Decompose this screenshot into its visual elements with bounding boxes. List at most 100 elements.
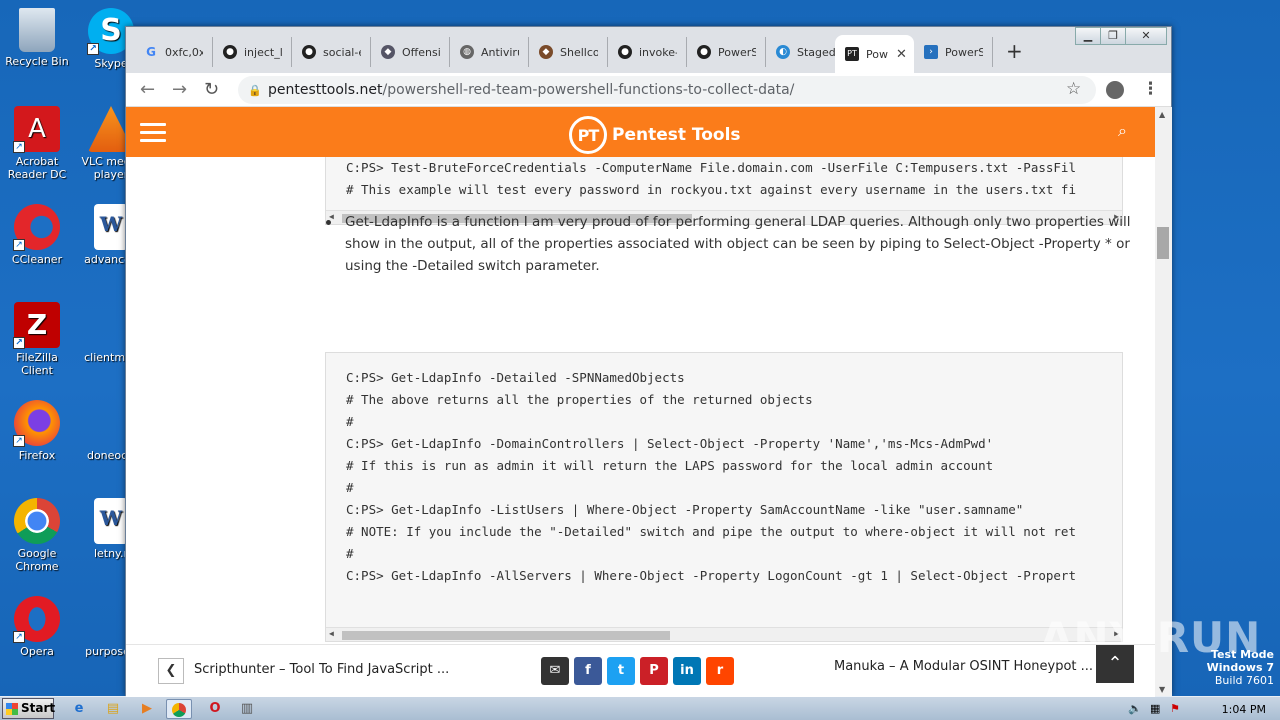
page-vertical-scrollbar[interactable]: ▲ ▼ — [1155, 107, 1172, 697]
minimize-button[interactable]: ▁ — [1075, 27, 1101, 45]
share-linkedin-button[interactable]: in — [673, 657, 701, 685]
search-icon[interactable]: ⌕ — [1118, 121, 1127, 141]
flag-alert-icon[interactable]: ⚑ — [1170, 702, 1180, 715]
tab-inject[interactable]: ● inject_l — [213, 37, 292, 67]
desktop-icon-acrobat[interactable]: A ↗ Acrobat Reader DC — [0, 106, 74, 181]
taskbar-explorer-icon[interactable]: ▤ — [100, 699, 126, 719]
code-line: C:PS> Get-LdapInfo -Detailed -SPNNamedOb… — [346, 370, 685, 385]
forward-button[interactable]: → — [172, 79, 187, 100]
filezilla-icon: Z ↗ — [13, 302, 60, 349]
tab-powers-2[interactable]: › PowerS — [914, 37, 993, 67]
tab-antivirus[interactable]: ◍ Antiviru — [450, 37, 529, 67]
desktop-icon-label: Recycle Bin — [5, 55, 69, 68]
desktop-icon-label: Opera — [20, 645, 54, 658]
next-post-title[interactable]: Manuka – A Modular OSINT Honeypot ... — [834, 659, 1093, 674]
start-button[interactable]: Start — [2, 698, 55, 719]
facebook-icon: f — [585, 663, 591, 678]
tab-powers-1[interactable]: ● PowerS — [687, 37, 766, 67]
new-tab-button[interactable]: + — [1006, 39, 1023, 63]
maximize-button[interactable]: ❐ — [1100, 27, 1126, 45]
recycle-bin-icon — [19, 8, 55, 52]
code-line: # NOTE: If you include the "-Detailed" s… — [346, 524, 1076, 539]
tab-title: Antiviru — [481, 45, 519, 59]
code-line: C:PS> Get-LdapInfo -DomainControllers | … — [346, 436, 994, 451]
tab-title: inject_l — [244, 45, 282, 59]
scroll-left-icon[interactable]: ◀ — [329, 629, 334, 638]
code-line: # — [346, 546, 354, 561]
firefox-icon: ↗ — [13, 400, 60, 447]
pinterest-icon: P — [649, 663, 659, 678]
code-horizontal-scrollbar[interactable]: ◀ ▶ — [326, 627, 1122, 641]
share-reddit-button[interactable]: r — [706, 657, 734, 685]
scroll-up-icon[interactable]: ▲ — [1159, 110, 1165, 119]
volume-icon[interactable]: 🔈 — [1128, 702, 1142, 715]
tab-offensive[interactable]: ◆ Offensi — [371, 37, 450, 67]
site-icon: ◆ — [381, 45, 395, 59]
scrollbar-thumb[interactable] — [1157, 227, 1169, 259]
share-email-button[interactable]: ✉ — [541, 657, 569, 685]
back-to-top-button[interactable]: ⌃ — [1096, 645, 1134, 683]
email-icon: ✉ — [549, 663, 561, 678]
site-logo[interactable]: PT Pentest Tools — [569, 116, 741, 154]
code-line: # The above returns all the properties o… — [346, 392, 813, 407]
previous-post-button[interactable]: ❮ — [158, 658, 184, 684]
taskbar-notepad-icon[interactable]: ▥ — [234, 699, 260, 719]
tab-0xfc[interactable]: G 0xfc,0x — [134, 37, 213, 67]
url-path: /powershell-red-team-powershell-function… — [382, 82, 795, 98]
tab-title: 0xfc,0x — [165, 45, 203, 59]
previous-post-title[interactable]: Scripthunter – Tool To Find JavaScript .… — [194, 662, 449, 677]
desktop-icon-chrome[interactable]: Google Chrome — [0, 498, 74, 573]
lock-icon: 🔒 — [248, 84, 262, 97]
clock[interactable]: 1:04 PM — [1222, 703, 1266, 716]
desktop-icon-recycle-bin[interactable]: Recycle Bin — [0, 8, 74, 68]
taskbar-chrome-icon[interactable] — [166, 699, 192, 719]
menu-dots-icon[interactable]: ⋮ — [1142, 79, 1159, 99]
back-button[interactable]: ← — [140, 79, 155, 100]
taskbar-opera-icon[interactable]: O — [202, 699, 228, 719]
close-window-button[interactable]: ✕ — [1125, 27, 1167, 45]
github-icon: ● — [697, 45, 711, 59]
desktop-icon-firefox[interactable]: ↗ Firefox — [0, 400, 74, 462]
reddit-icon: r — [716, 663, 724, 678]
tab-active-pentesttools[interactable]: PT Pow ✕ — [835, 35, 914, 73]
close-tab-icon[interactable]: ✕ — [896, 47, 907, 62]
taskbar: Start e ▤ ▶ O ▥ 🔈 ▦ ⚑ 1:04 PM — [0, 696, 1280, 720]
profile-avatar-icon[interactable] — [1106, 81, 1124, 99]
reload-button[interactable]: ↻ — [204, 79, 219, 100]
chrome-icon — [14, 498, 60, 544]
page-viewport: PT Pentest Tools ⌕ C:PS> Test-BruteForce… — [126, 107, 1155, 697]
tab-title: PowerS — [718, 45, 756, 59]
desktop-icon-label: Acrobat Reader DC — [7, 155, 67, 181]
tab-invoke[interactable]: ● invoke- — [608, 37, 687, 67]
bookmark-star-icon[interactable]: ☆ — [1066, 79, 1081, 99]
taskbar-ie-icon[interactable]: e — [66, 699, 92, 719]
acrobat-icon: A ↗ — [13, 106, 60, 153]
tab-social[interactable]: ● social-e — [292, 37, 371, 67]
desktop-icon-label: CCleaner — [11, 253, 63, 266]
pentesttools-icon: PT — [845, 47, 859, 61]
desktop-icon-filezilla[interactable]: Z ↗ FileZilla Client — [0, 302, 74, 377]
code-line: # This example will test every password … — [346, 182, 1076, 197]
share-facebook-button[interactable]: f — [574, 657, 602, 685]
share-pinterest-button[interactable]: P — [640, 657, 668, 685]
bullet-get-ldapinfo: Get-LdapInfo is a function I am very pro… — [326, 211, 1131, 277]
hamburger-menu-icon[interactable] — [140, 123, 166, 143]
scroll-down-icon[interactable]: ▼ — [1159, 685, 1165, 694]
tab-shellcode[interactable]: ◆ Shellcod — [529, 37, 608, 67]
taskbar-media-player-icon[interactable]: ▶ — [134, 699, 160, 719]
test-mode-line: Test Mode — [1211, 648, 1274, 661]
address-bar[interactable]: 🔒 pentesttools.net/powershell-red-team-p… — [238, 76, 1096, 104]
share-twitter-button[interactable]: t — [607, 657, 635, 685]
desktop-icon-opera[interactable]: ↗ Opera — [0, 596, 74, 658]
code-line: C:PS> Get-LdapInfo -AllServers | Where-O… — [346, 568, 1076, 583]
tab-staged[interactable]: ◐ Staged — [766, 37, 845, 67]
network-icon[interactable]: ▦ — [1150, 702, 1160, 715]
code-line: # — [346, 414, 354, 429]
desktop-icon-ccleaner[interactable]: ↗ CCleaner — [0, 204, 74, 266]
logo-mark: PT — [569, 116, 607, 154]
site-icon: ◐ — [776, 45, 790, 59]
logo-text: Pentest Tools — [612, 125, 741, 145]
scrollbar-thumb[interactable] — [342, 631, 670, 640]
site-icon: ◆ — [539, 45, 553, 59]
windows-test-mode-notice: Test Mode Windows 7 Build 7601 — [1207, 648, 1274, 687]
